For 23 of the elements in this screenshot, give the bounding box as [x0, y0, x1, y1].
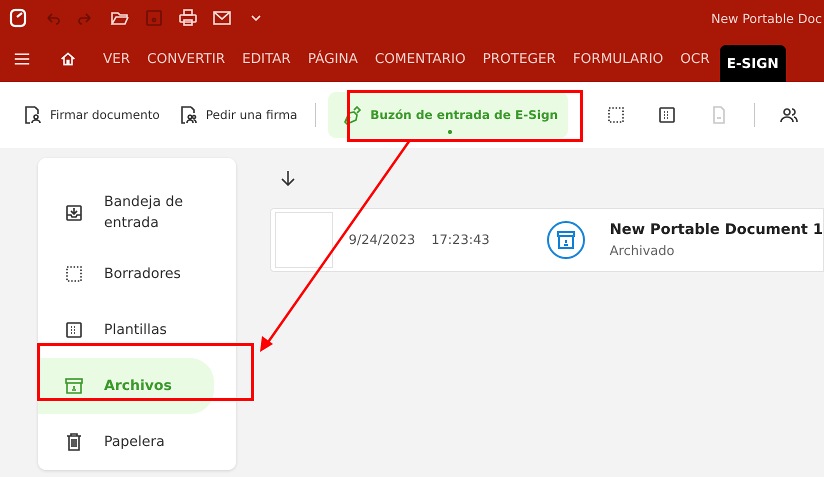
toolbar-button[interactable]: Buzón de entrada de E-Sign — [328, 92, 568, 138]
window-title: New Portable Doc — [711, 10, 822, 26]
menu-tab[interactable]: EDITAR — [235, 36, 298, 82]
document-row[interactable]: 9/24/2023 17:23:43 New Portable Document 1 Archivado — [270, 208, 824, 272]
toolbar-button[interactable]: Pedir una firma — [172, 92, 304, 138]
sidebar-item[interactable]: Papelera — [38, 414, 214, 470]
menu-tab[interactable]: E-SIGN — [720, 45, 786, 82]
sidebar-item[interactable]: Archivos — [38, 358, 214, 414]
menu-tab[interactable]: COMENTARIO — [368, 36, 473, 82]
document-status: Archivado — [610, 244, 676, 258]
date-text: 9/24/2023 — [348, 232, 416, 248]
sidebar-item[interactable]: Borradores — [38, 246, 214, 302]
menu-tab[interactable]: PÁGINA — [300, 36, 365, 82]
document-name: New Portable Document 1 — [610, 222, 823, 238]
toolbar-button[interactable]: Firmar documento — [16, 92, 166, 138]
menu-tab[interactable]: CONVERTIR — [140, 36, 232, 82]
menu-tab[interactable]: PROTEGER — [476, 36, 563, 82]
menu-tab[interactable]: VER — [96, 36, 138, 82]
menu-tab[interactable]: FORMULARIO — [566, 36, 670, 82]
time-text: 17:23:43 — [431, 232, 490, 248]
sidebar-item[interactable]: Bandeja de entrada — [38, 180, 214, 246]
sidebar-item[interactable]: Plantillas — [38, 302, 214, 358]
menu-tab[interactable]: OCR — [673, 36, 717, 82]
